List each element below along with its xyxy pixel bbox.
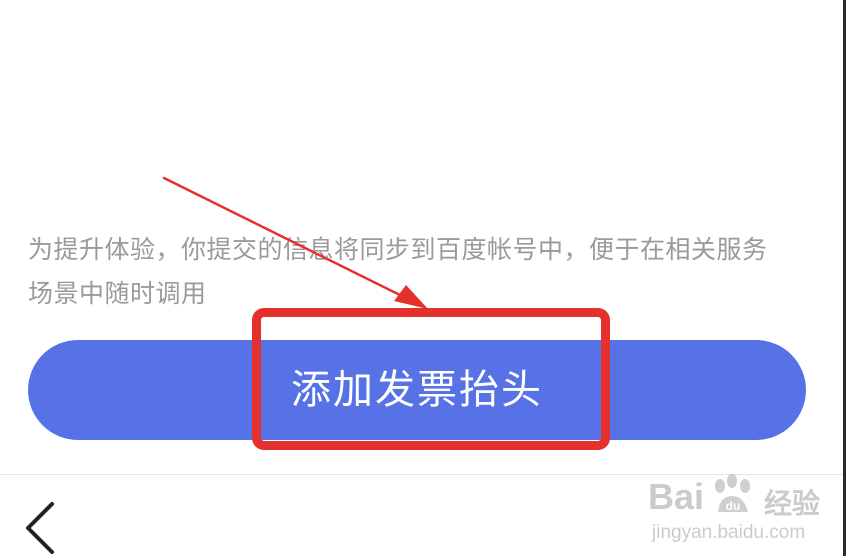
- baidu-jingyan-watermark: Bai du 经验 jingyan.baidu.com: [648, 472, 840, 552]
- chevron-left-icon: [26, 502, 54, 554]
- sync-notice-line-2: 场景中随时调用: [28, 279, 207, 308]
- bottom-divider: [0, 474, 843, 475]
- paw-logo-icon: du: [715, 474, 750, 513]
- sync-notice-line-1: 为提升体验，你提交的信息将同步到百度帐号中，便于在相关服务: [28, 235, 768, 264]
- watermark-url: jingyan.baidu.com: [652, 522, 806, 543]
- watermark-brand-text: Bai: [648, 476, 705, 517]
- watermark-brand-mark: du: [726, 499, 741, 513]
- sync-notice: 为提升体验，你提交的信息将同步到百度帐号中，便于在相关服务 场景中随时调用: [28, 228, 818, 316]
- add-invoice-title-button[interactable]: 添加发票抬头: [28, 340, 806, 440]
- add-invoice-title-label: 添加发票抬头: [291, 368, 543, 412]
- screen: 为提升体验，你提交的信息将同步到百度帐号中，便于在相关服务 场景中随时调用 添加…: [0, 0, 846, 556]
- back-button[interactable]: [16, 500, 60, 554]
- watermark-jingyan-text: 经验: [764, 487, 821, 520]
